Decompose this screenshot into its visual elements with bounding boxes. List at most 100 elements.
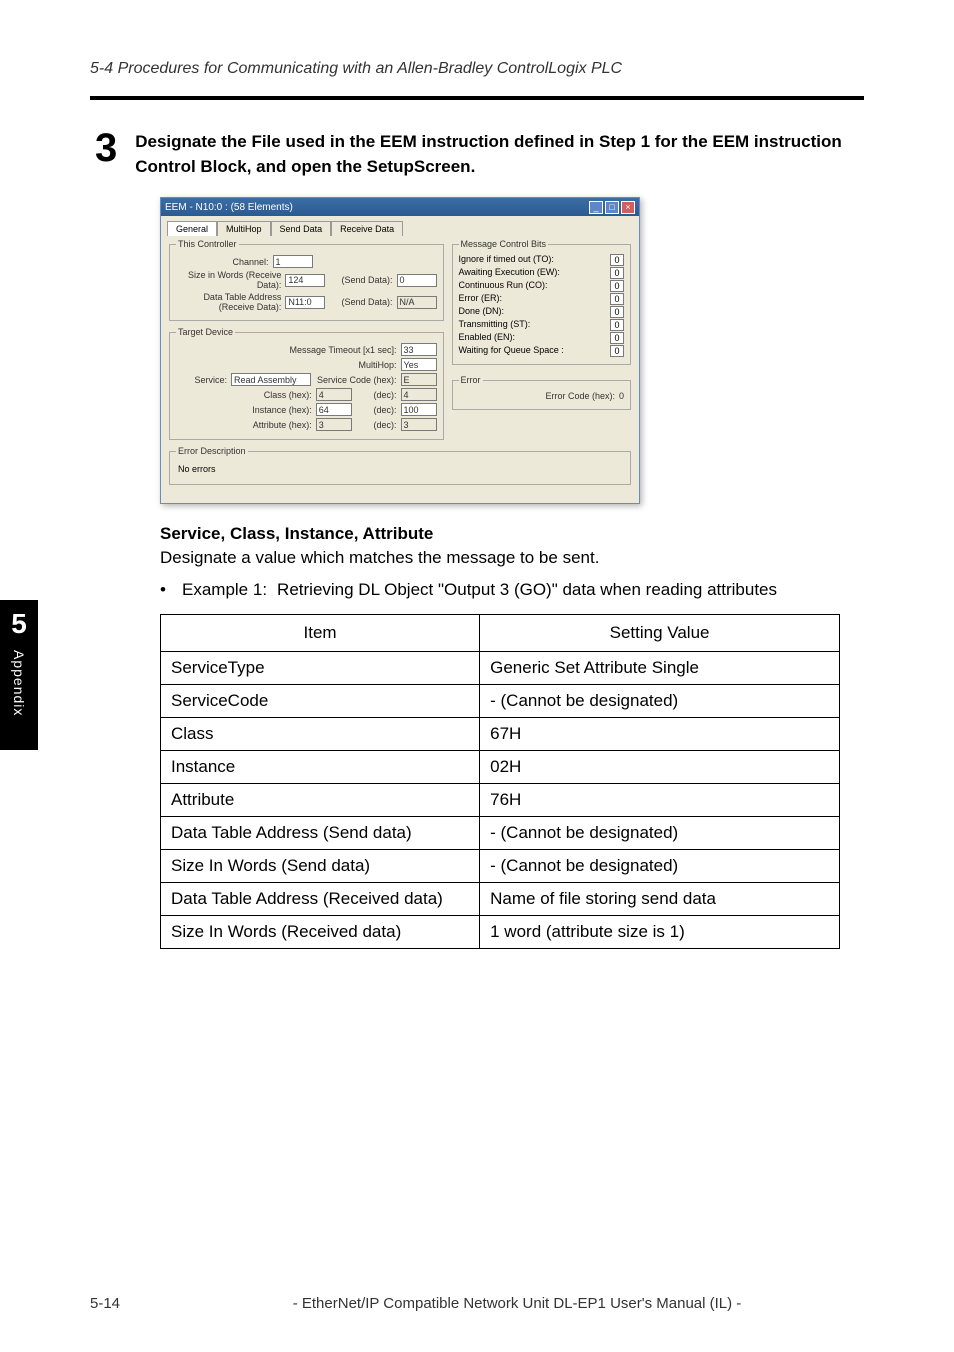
cell-item: Class	[161, 718, 480, 751]
cell-value: 67H	[480, 718, 840, 751]
page-footer: 5-14 - EtherNet/IP Compatible Network Un…	[90, 1295, 864, 1312]
control-bit-row: Transmitting (ST):0	[459, 319, 624, 331]
size-recv-field[interactable]: 124	[285, 274, 325, 287]
instance-dec-label: (dec):	[356, 405, 397, 415]
cell-item: Instance	[161, 751, 480, 784]
table-row: Class67H	[161, 718, 840, 751]
send1-label: (Send Data):	[329, 275, 392, 285]
send2-field: N/A	[397, 296, 437, 309]
multihop-field[interactable]: Yes	[401, 358, 437, 371]
column-header-item: Item	[161, 615, 480, 652]
example-bullet: • Example 1: Retrieving DL Object "Outpu…	[160, 580, 864, 600]
cell-value: Name of file storing send data	[480, 883, 840, 916]
group-legend: Target Device	[176, 327, 235, 337]
control-bit-row: Waiting for Queue Space :0	[459, 345, 624, 357]
window-title: EEM - N10:0 : (58 Elements)	[165, 202, 293, 213]
instance-dec-field[interactable]: 100	[401, 403, 437, 416]
table-row: Data Table Address (Send data)- (Cannot …	[161, 817, 840, 850]
bit-label: Awaiting Execution (EW):	[459, 267, 560, 279]
service-code-label: Service Code (hex):	[315, 375, 397, 385]
table-row: ServiceCode- (Cannot be designated)	[161, 685, 840, 718]
attribute-hex-field: 3	[316, 418, 352, 431]
group-legend: Error	[459, 375, 483, 385]
example-text: Retrieving DL Object "Output 3 (GO)" dat…	[277, 580, 777, 600]
bit-label: Ignore if timed out (TO):	[459, 254, 554, 266]
error-code-value: 0	[619, 391, 624, 401]
class-hex-label: Class (hex):	[176, 390, 312, 400]
tab-strip: General MultiHop Send Data Receive Data	[161, 216, 639, 235]
class-dec-label: (dec):	[356, 390, 397, 400]
bit-label: Error (ER):	[459, 293, 503, 305]
table-row: Data Table Address (Received data)Name o…	[161, 883, 840, 916]
tab-multihop[interactable]: MultiHop	[217, 221, 271, 236]
target-device-group: Target Device Message Timeout [x1 sec]: 3…	[169, 327, 444, 440]
bullet-icon: •	[160, 580, 172, 600]
maximize-icon[interactable]: □	[605, 201, 619, 214]
table-row: Attribute76H	[161, 784, 840, 817]
this-controller-group: This Controller Channel:1 Size in Words …	[169, 239, 444, 321]
bit-label: Enabled (EN):	[459, 332, 516, 344]
bit-value[interactable]: 0	[610, 306, 624, 318]
control-bit-row: Awaiting Execution (EW): 0	[459, 267, 624, 279]
bit-value[interactable]: 0	[610, 319, 624, 331]
service-label: Service:	[176, 375, 227, 385]
error-code-label: Error Code (hex):	[459, 391, 615, 401]
cell-item: Data Table Address (Send data)	[161, 817, 480, 850]
bit-value[interactable]: 0	[610, 293, 624, 305]
footer-title: - EtherNet/IP Compatible Network Unit DL…	[170, 1295, 864, 1312]
cell-value: - (Cannot be designated)	[480, 850, 840, 883]
settings-table: Item Setting Value ServiceTypeGeneric Se…	[160, 614, 840, 949]
table-row: Size In Words (Send data)- (Cannot be de…	[161, 850, 840, 883]
cell-item: Attribute	[161, 784, 480, 817]
bit-value[interactable]: 0	[610, 280, 624, 292]
control-bit-row: Ignore if timed out (TO): 0	[459, 254, 624, 266]
dialog-window: EEM - N10:0 : (58 Elements) _ □ × Genera…	[160, 197, 640, 504]
close-icon[interactable]: ×	[621, 201, 635, 214]
step-text: Designate the File used in the EEM instr…	[135, 128, 864, 179]
control-bit-row: Enabled (EN): 0	[459, 332, 624, 344]
class-dec-field: 4	[401, 388, 437, 401]
multihop-label: MultiHop:	[176, 360, 397, 370]
embedded-screenshot: EEM - N10:0 : (58 Elements) _ □ × Genera…	[160, 197, 864, 504]
cell-value: 1 word (attribute size is 1)	[480, 916, 840, 949]
service-field[interactable]: Read Assembly	[231, 373, 311, 386]
chapter-number: 5	[11, 608, 27, 640]
instance-hex-field[interactable]: 64	[316, 403, 352, 416]
send2-label: (Send Data):	[329, 297, 392, 307]
error-description-text: No errors	[176, 460, 624, 478]
channel-field[interactable]: 1	[273, 255, 313, 268]
minimize-icon[interactable]: _	[589, 201, 603, 214]
tab-general[interactable]: General	[167, 221, 217, 236]
channel-label: Channel:	[176, 257, 269, 267]
bit-value[interactable]: 0	[610, 267, 624, 279]
attribute-hex-label: Attribute (hex):	[176, 420, 312, 430]
table-row: Size In Words (Received data)1 word (att…	[161, 916, 840, 949]
tab-send-data[interactable]: Send Data	[271, 221, 332, 236]
body-text: Designate a value which matches the mess…	[160, 548, 864, 568]
cell-value: Generic Set Attribute Single	[480, 652, 840, 685]
control-bit-row: Error (ER): 0	[459, 293, 624, 305]
control-bit-row: Continuous Run (CO):0	[459, 280, 624, 292]
cell-item: Data Table Address (Received data)	[161, 883, 480, 916]
chapter-side-tab: 5 Appendix	[0, 600, 38, 750]
send1-field[interactable]: 0	[397, 274, 437, 287]
bit-value[interactable]: 0	[610, 345, 624, 357]
dialog-body: This Controller Channel:1 Size in Words …	[161, 235, 639, 503]
tab-receive-data[interactable]: Receive Data	[331, 221, 403, 236]
cell-value: - (Cannot be designated)	[480, 685, 840, 718]
dta-recv-field[interactable]: N11:0	[285, 296, 325, 309]
table-row: Instance02H	[161, 751, 840, 784]
settings-table-wrap: Item Setting Value ServiceTypeGeneric Se…	[160, 614, 840, 949]
bit-value[interactable]: 0	[610, 254, 624, 266]
group-legend: This Controller	[176, 239, 239, 249]
cell-item: Size In Words (Received data)	[161, 916, 480, 949]
page: 5-4 Procedures for Communicating with an…	[0, 0, 954, 1352]
bit-value[interactable]: 0	[610, 332, 624, 344]
error-group: Error Error Code (hex): 0	[452, 375, 631, 410]
window-controls: _ □ ×	[589, 201, 635, 214]
msg-timeout-field[interactable]: 33	[401, 343, 437, 356]
msg-timeout-label: Message Timeout [x1 sec]:	[176, 345, 397, 355]
cell-value: 76H	[480, 784, 840, 817]
cell-item: ServiceCode	[161, 685, 480, 718]
titlebar: EEM - N10:0 : (58 Elements) _ □ ×	[161, 198, 639, 216]
